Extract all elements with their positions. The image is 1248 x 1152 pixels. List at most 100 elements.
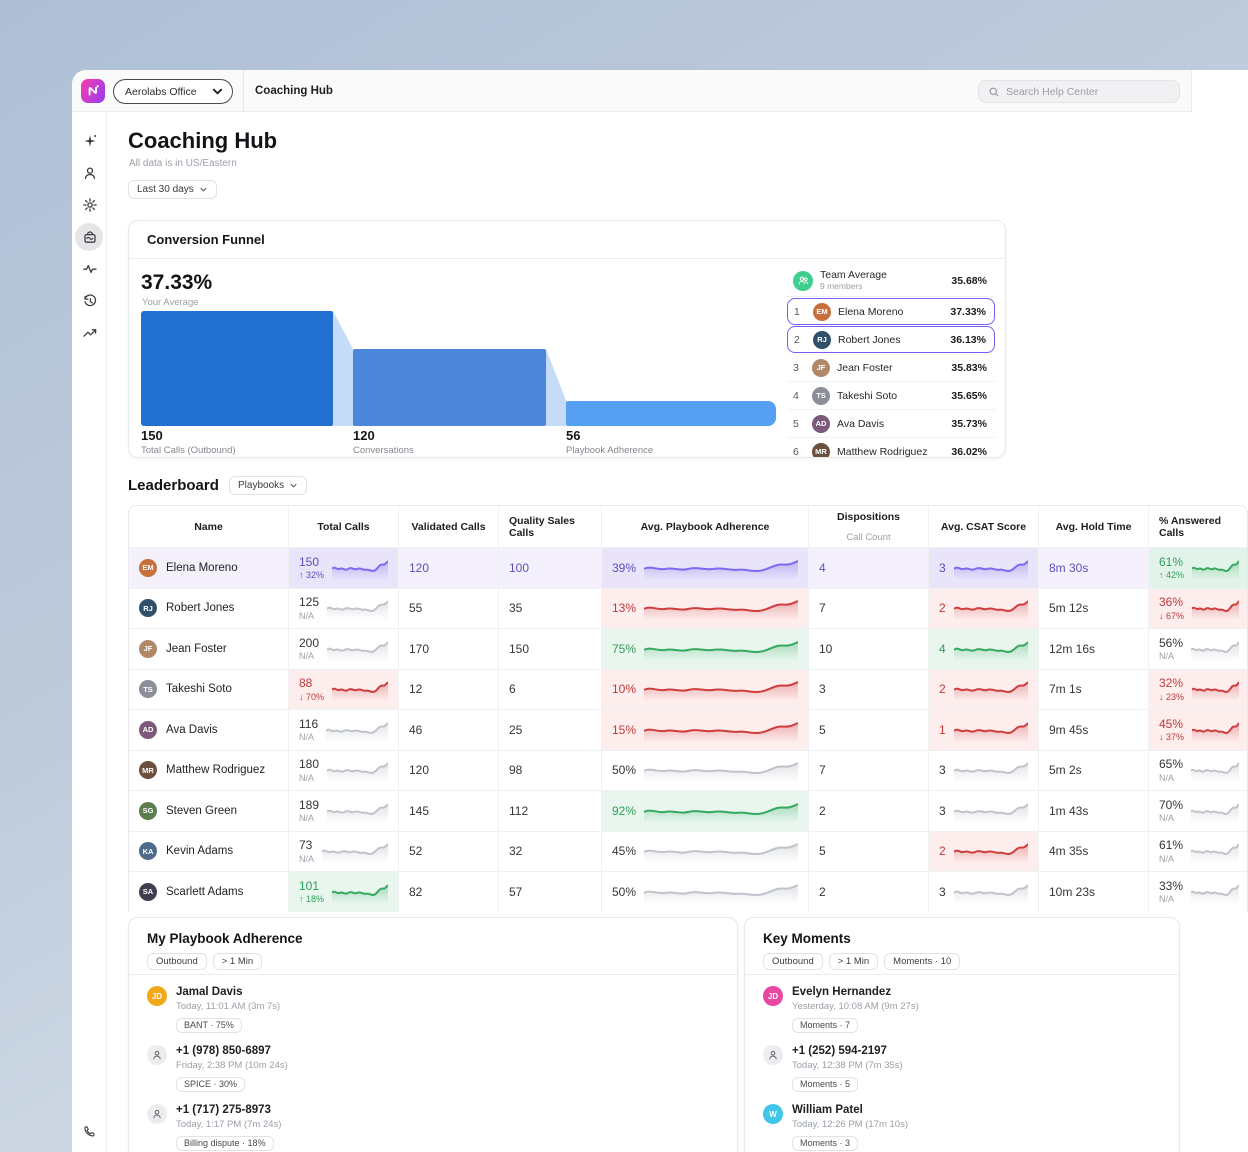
leaderboard-row[interactable]: EMElena Moreno150↑ 32%12010039%438m 30s6… [129,547,1247,588]
call-tag-chip[interactable]: Billing dispute · 18% [176,1136,274,1151]
brand-logo-icon[interactable] [81,79,105,103]
metric-value: 3 [939,561,946,575]
cell-name: SAScarlett Adams [129,872,289,912]
call-tag-chip[interactable]: Moments · 3 [792,1136,858,1151]
metric-value: 5m 12s [1049,601,1088,615]
column-header[interactable]: Quality Sales Calls [499,506,602,547]
ai-sparkle-icon [82,133,98,149]
column-header[interactable]: DispositionsCall Count [809,506,929,547]
cell-avg-hold-time: 10m 23s [1039,872,1149,912]
metric-stack: 32%↓ 23% [1159,676,1184,702]
filter-chip[interactable]: > 1 Min [829,953,878,970]
search-input[interactable]: Search Help Center [978,80,1180,103]
cell-pct-answered-calls: 32%↓ 23% [1149,670,1248,710]
ranking-row[interactable]: 2RJRobert Jones36.13% [787,326,995,353]
avatar: JF [139,640,157,658]
column-header[interactable]: Avg. Hold Time [1039,506,1149,547]
contact-icon [763,1045,783,1065]
workspace-select[interactable]: Aerolabs Office [113,79,233,104]
metric-stack: 189N/A [299,798,319,824]
sidebar-item-settings[interactable] [72,191,107,219]
cell-dispositions: 7 [809,589,929,629]
column-header[interactable]: Avg. Playbook Adherence [602,506,809,547]
call-list-item[interactable]: JDEvelyn HernandezYesterday, 10:08 AM (9… [763,984,1165,1043]
column-header[interactable]: Name [129,506,289,547]
leaderboard-row[interactable]: JFJean Foster200N/A17015075%10412m 16s56… [129,628,1247,669]
playbook-adherence-card: My Playbook Adherence Outbound> 1 Min JD… [128,917,738,1152]
ranking-row[interactable]: 4TSTakeshi Soto35.65% [787,382,995,410]
leaderboard-row[interactable]: SAScarlett Adams101↑ 18%825750%2310m 23s… [129,871,1247,912]
call-tag-chip[interactable]: BANT · 75% [176,1018,242,1033]
funnel-stage-bar-2[interactable] [353,349,546,426]
column-header[interactable]: Avg. CSAT Score [929,506,1039,547]
metric-value: 8m 30s [1049,561,1088,575]
call-list-item[interactable]: +1 (717) 275-8973Today, 1:17 PM (7m 24s)… [147,1102,723,1152]
funnel-stage-bar-3[interactable] [566,401,776,426]
leaderboard-row[interactable]: ADAva Davis116N/A462515%519m 45s45%↓ 37% [129,709,1247,750]
stage-label: Conversations [353,445,414,456]
sidebar-item-coaching[interactable] [72,223,107,251]
cell-name: ADAva Davis [129,710,289,750]
agent-name: Scarlett Adams [166,886,243,898]
trend-sparkline [332,556,388,580]
chevron-down-icon [289,481,298,490]
metric-delta: N/A [1159,854,1183,865]
call-chip-wrap: SPICE · 30% [176,1074,245,1092]
ranking-row[interactable]: 1EMElena Moreno37.33% [787,298,995,325]
column-header[interactable]: Validated Calls [399,506,499,547]
sidebar-item-ai-sparkle[interactable] [72,127,107,155]
call-tag-chip[interactable]: SPICE · 30% [176,1077,245,1092]
leaderboard-header-row: NameTotal CallsValidated CallsQuality Sa… [129,506,1247,547]
team-average-row[interactable]: Team Average 9 members 35.68% [787,265,995,297]
metric-value: 3 [939,885,946,899]
metric-stack: 88↓ 70% [299,676,324,702]
leaderboard-row[interactable]: SGSteven Green189N/A14511292%231m 43s70%… [129,790,1247,831]
cell-validated-calls: 55 [399,589,499,629]
date-range-filter[interactable]: Last 30 days [128,180,217,199]
filter-chip[interactable]: > 1 Min [213,953,262,970]
leaderboard-row[interactable]: MRMatthew Rodriguez180N/A1209850%735m 2s… [129,750,1247,791]
ranking-row[interactable]: 5ADAva Davis35.73% [787,410,995,438]
metric-value: 170 [409,642,429,656]
call-tag-chip[interactable]: Moments · 7 [792,1018,858,1033]
call-tag-chip[interactable]: Moments · 5 [792,1077,858,1092]
leaderboard-row[interactable]: RJRobert Jones125N/A553513%725m 12s36%↓ … [129,588,1247,629]
avatar: JD [147,986,167,1006]
column-header[interactable]: % Answered Calls [1149,506,1248,547]
cell-avg-csat-score: 1 [929,710,1039,750]
leaderboard-row[interactable]: KAKevin Adams73N/A523245%524m 35s61%N/A [129,831,1247,872]
trend-icon [82,325,98,341]
call-list-item[interactable]: JDJamal DavisToday, 11:01 AM (3m 7s)BANT… [147,984,723,1043]
call-list-item[interactable]: +1 (252) 594-2197Today, 12:38 PM (7m 35s… [763,1043,1165,1102]
filter-chip[interactable]: Outbound [763,953,823,970]
ranking-row[interactable]: 6MRMatthew Rodriguez36.02% [787,438,995,458]
cell-dispositions: 10 [809,629,929,669]
funnel-stage-bar-1[interactable] [141,311,333,426]
column-header[interactable]: Total Calls [289,506,399,547]
call-list-item[interactable]: +1 (978) 850-6897Friday, 2:38 PM (10m 24… [147,1043,723,1102]
sidebar-item-contacts[interactable] [72,159,107,187]
trend-sparkline [954,880,1028,904]
leaderboard-row[interactable]: TSTakeshi Soto88↓ 70%12610%327m 1s32%↓ 2… [129,669,1247,710]
team-members-count: 9 members [820,282,944,291]
funnel-connector-2 [546,349,566,426]
filter-chip[interactable]: Outbound [147,953,207,970]
sidebar-item-history[interactable] [72,287,107,315]
metric-stack: 33%N/A [1159,879,1183,905]
sidebar-item-trend[interactable] [72,319,107,347]
call-timestamp: Yesterday, 10:08 AM (9m 27s) [792,1001,919,1012]
metric-value: 45% [1159,717,1184,731]
funnel-connector-1 [333,311,353,426]
call-list-item[interactable]: WWilliam PatelToday, 12:26 PM (17m 10s)M… [763,1102,1165,1152]
sidebar-item-activity[interactable] [72,255,107,283]
cell-avg-csat-score: 2 [929,670,1039,710]
ranking-row[interactable]: 3JFJean Foster35.83% [787,354,995,382]
metric-delta: ↑ 42% [1159,570,1184,581]
cell-total-calls: 101↑ 18% [289,872,399,912]
metric-delta: N/A [299,732,318,743]
leaderboard-filter[interactable]: Playbooks [229,476,307,495]
sidebar-item-video[interactable] [72,1142,107,1152]
sidebar-item-phone[interactable] [72,1117,107,1145]
rank-name: Ava Davis [837,418,944,430]
filter-chip[interactable]: Moments · 10 [884,953,960,970]
